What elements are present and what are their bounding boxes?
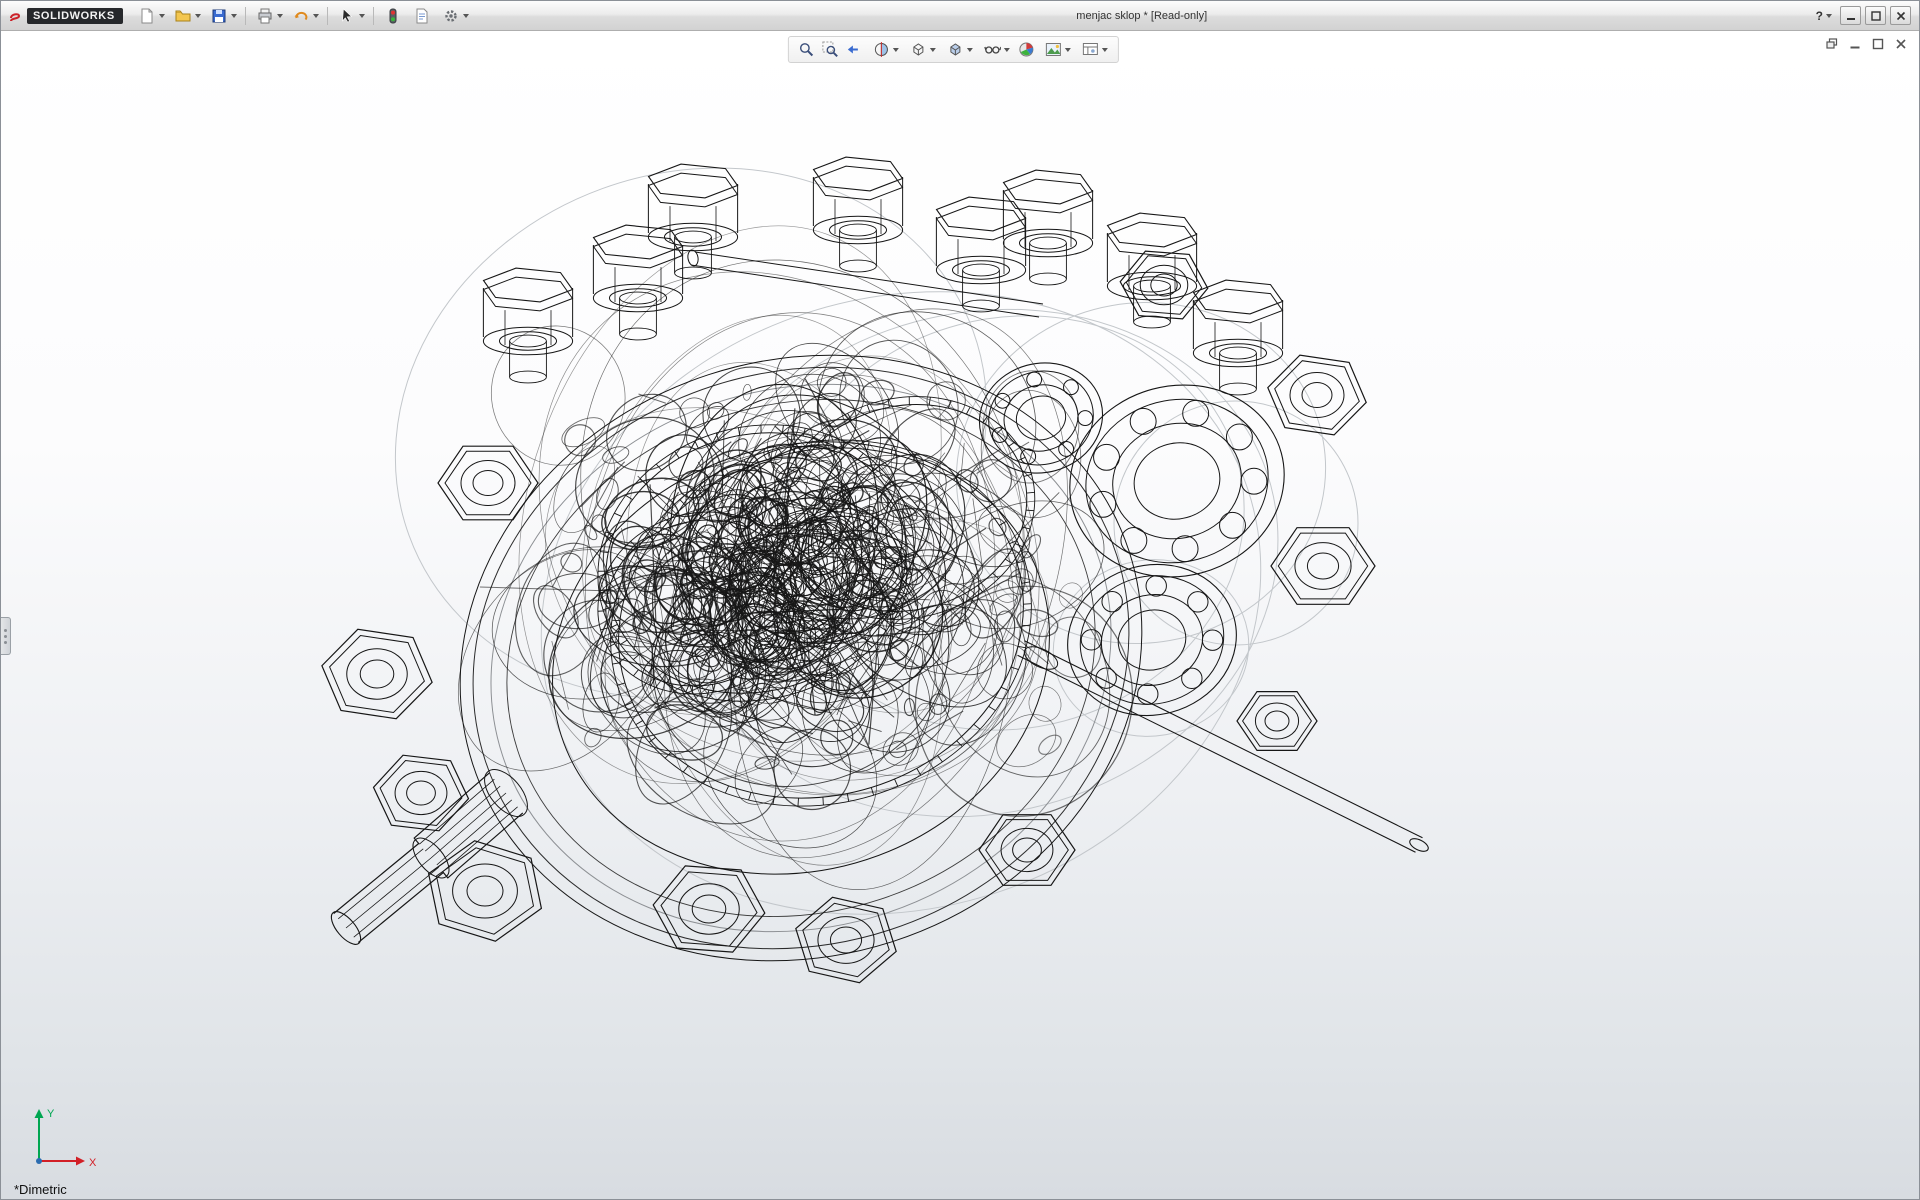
open-folder-icon [175, 8, 191, 24]
apply-scene-icon [1045, 41, 1062, 58]
view-settings-icon [1082, 41, 1099, 58]
graphics-viewport[interactable]: Y X *Dimetric [1, 31, 1919, 1199]
maximize-icon [1872, 38, 1884, 50]
undo-button[interactable] [287, 5, 322, 27]
dropdown-caret[interactable] [463, 14, 469, 18]
dropdown-caret[interactable] [195, 14, 201, 18]
solidworks-badge: SOLIDWORKS [27, 8, 123, 24]
edit-appearance-button[interactable] [1016, 39, 1037, 60]
orientation-triad: Y X [21, 1103, 111, 1173]
close-icon [1896, 11, 1906, 21]
new-document-icon [139, 8, 155, 24]
document-window-controls [1823, 36, 1909, 51]
dropdown-caret[interactable] [1102, 48, 1108, 52]
section-view-icon [873, 41, 890, 58]
apply-scene-button[interactable] [1040, 39, 1074, 60]
open-button[interactable] [169, 5, 204, 27]
previous-view-button[interactable] [844, 39, 865, 60]
dropdown-caret[interactable] [1004, 48, 1010, 52]
titlebar-controls: ? [1812, 6, 1919, 25]
rebuild-button[interactable] [379, 5, 407, 27]
display-style-button[interactable] [942, 39, 976, 60]
edit-appearance-ball-icon [1018, 41, 1035, 58]
toolbar-separator [373, 7, 374, 25]
dropdown-caret[interactable] [1826, 14, 1832, 18]
file-properties-icon [414, 8, 430, 24]
maximize-icon [1871, 11, 1881, 21]
triad-y-label: Y [47, 1108, 55, 1120]
print-icon [257, 8, 273, 24]
options-button[interactable] [437, 5, 472, 27]
save-button[interactable] [205, 5, 240, 27]
dropdown-caret[interactable] [231, 14, 237, 18]
doc-maximize-button[interactable] [1869, 36, 1886, 51]
help-button[interactable]: ? [1812, 9, 1836, 23]
wireframe-model[interactable] [1, 31, 1919, 1199]
solidworks-window: SOLIDWORKS [0, 0, 1920, 1200]
toolbar-separator [245, 7, 246, 25]
titlebar: SOLIDWORKS [1, 1, 1919, 31]
minimize-icon [1849, 38, 1861, 50]
previous-view-icon [846, 41, 863, 58]
dropdown-caret[interactable] [893, 48, 899, 52]
print-button[interactable] [251, 5, 286, 27]
solidworks-logo: SOLIDWORKS [1, 8, 133, 24]
minimize-icon [1846, 11, 1856, 21]
maximize-button[interactable] [1865, 6, 1886, 25]
rebuild-stoplight-icon [385, 8, 401, 24]
minimize-button[interactable] [1840, 6, 1861, 25]
help-label: ? [1816, 9, 1823, 23]
options-gear-icon [443, 8, 459, 24]
dropdown-caret[interactable] [359, 14, 365, 18]
section-view-button[interactable] [868, 39, 902, 60]
toolbar-separator [327, 7, 328, 25]
doc-restore-button[interactable] [1823, 36, 1840, 51]
select-cursor-icon [339, 8, 355, 24]
close-button[interactable] [1890, 6, 1911, 25]
hide-show-glasses-icon [984, 41, 1001, 58]
restore-icon [1826, 38, 1838, 50]
dropdown-caret[interactable] [313, 14, 319, 18]
app-name: SOLIDWORKS [33, 10, 115, 22]
view-orientation-button[interactable] [905, 39, 939, 60]
dropdown-caret[interactable] [1065, 48, 1071, 52]
solidworks-logo-icon [8, 9, 22, 23]
heads-up-toolbar [788, 36, 1119, 63]
new-button[interactable] [133, 5, 168, 27]
select-button[interactable] [333, 5, 368, 27]
dropdown-caret[interactable] [159, 14, 165, 18]
zoom-to-fit-icon [798, 41, 815, 58]
zoom-to-fit-button[interactable] [796, 39, 817, 60]
dropdown-caret[interactable] [930, 48, 936, 52]
view-settings-button[interactable] [1077, 39, 1111, 60]
dropdown-caret[interactable] [277, 14, 283, 18]
close-icon [1895, 38, 1907, 50]
doc-close-button[interactable] [1892, 36, 1909, 51]
save-floppy-icon [211, 8, 227, 24]
zoom-to-area-icon [822, 41, 839, 58]
zoom-to-area-button[interactable] [820, 39, 841, 60]
view-orientation-label: *Dimetric [14, 1182, 67, 1197]
view-orientation-cube-icon [910, 41, 927, 58]
document-title: menjac sklop * [Read-only] [472, 10, 1812, 22]
left-panel-handle[interactable] [1, 617, 11, 655]
dropdown-caret[interactable] [967, 48, 973, 52]
main-toolbar [133, 5, 472, 27]
triad-x-label: X [89, 1157, 97, 1169]
undo-arrow-icon [293, 8, 309, 24]
doc-minimize-button[interactable] [1846, 36, 1863, 51]
hide-show-items-button[interactable] [979, 39, 1013, 60]
file-properties-button[interactable] [408, 5, 436, 27]
display-style-icon [947, 41, 964, 58]
